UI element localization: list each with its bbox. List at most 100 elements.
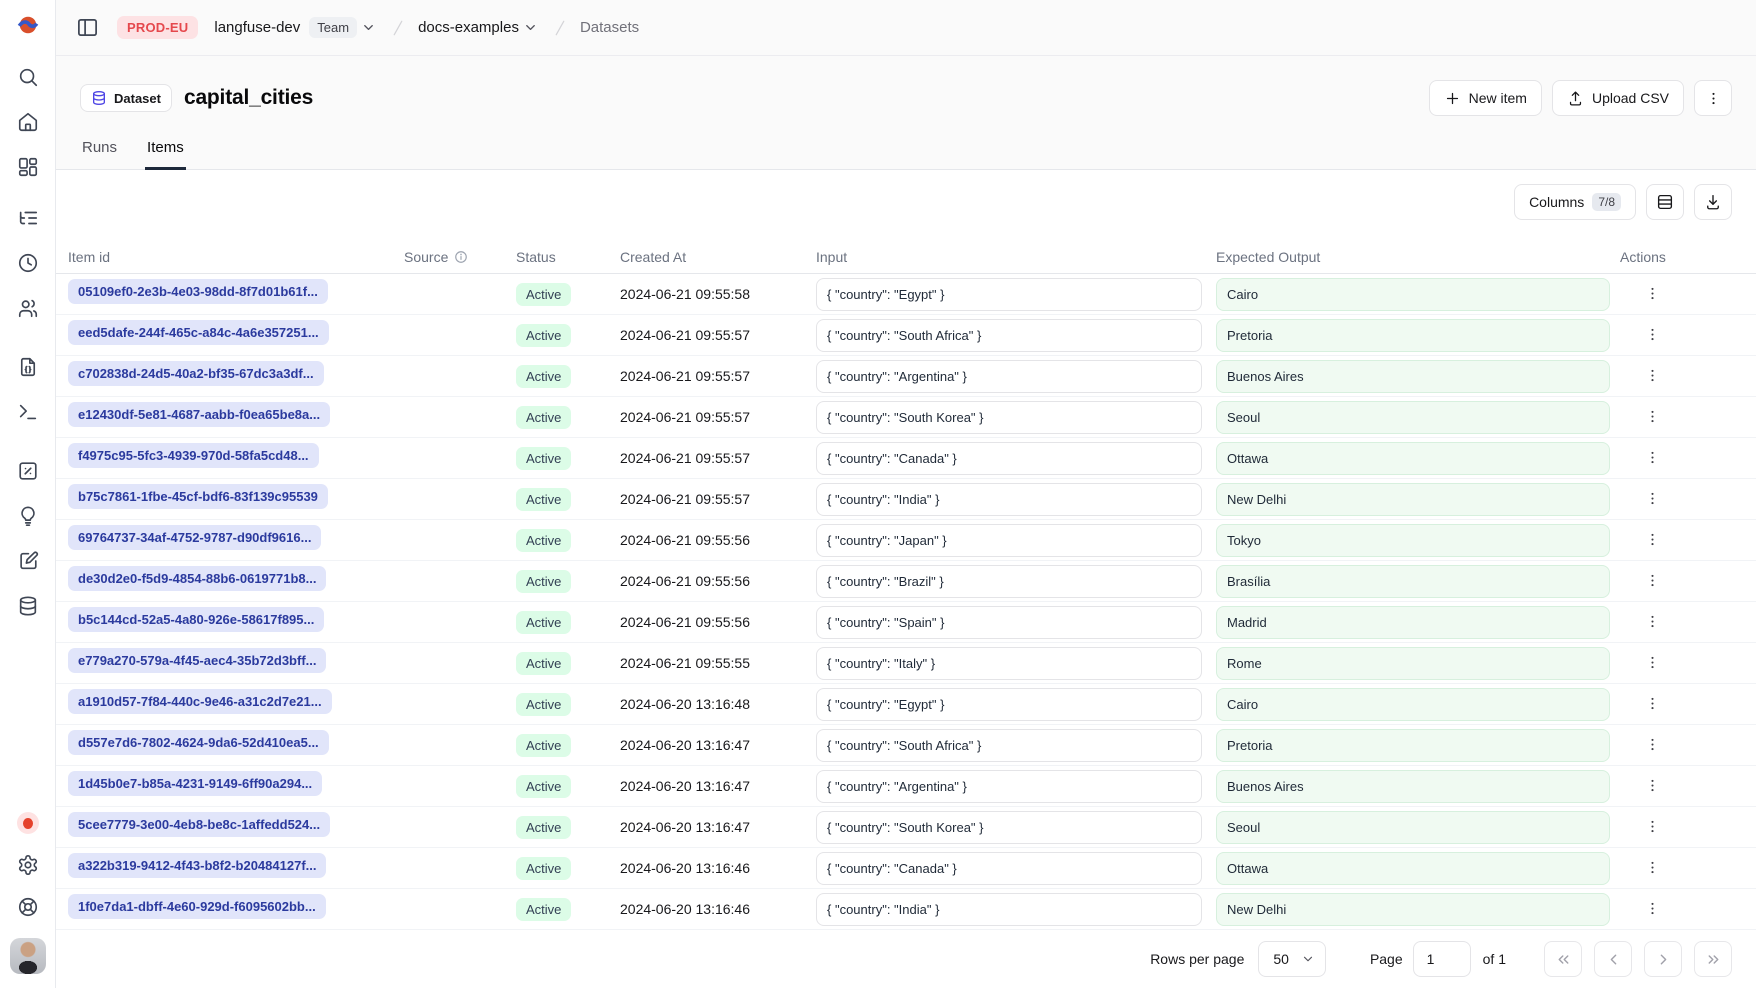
organization-chevron-down-icon[interactable]: [359, 18, 378, 37]
item-id-badge[interactable]: b5c144cd-52a5-4a80-926e-58617f895...: [68, 607, 324, 632]
item-id-badge[interactable]: 05109ef0-2e3b-4e03-98dd-8f7d01b61f...: [68, 279, 328, 304]
expected-output-value-box[interactable]: Rome: [1216, 647, 1610, 680]
row-actions-button[interactable]: [1640, 609, 1665, 634]
row-actions-button[interactable]: [1640, 773, 1665, 798]
header-more-actions-button[interactable]: [1694, 80, 1732, 116]
project-chevron-down-icon[interactable]: [521, 18, 540, 37]
sidebar-toggle-icon[interactable]: [74, 14, 101, 41]
item-id-badge[interactable]: f4975c95-5fc3-4939-970d-58fa5cd48...: [68, 443, 319, 468]
table-row[interactable]: de30d2e0-f5d9-4854-88b6-0619771b8... Act…: [56, 561, 1756, 602]
expected-output-value-box[interactable]: Tokyo: [1216, 524, 1610, 557]
table-row[interactable]: 5cee7779-3e00-4eb8-be8c-1affedd524... Ac…: [56, 807, 1756, 848]
user-avatar[interactable]: [10, 938, 46, 974]
row-actions-button[interactable]: [1640, 691, 1665, 716]
table-row[interactable]: e779a270-579a-4f45-aec4-35b72d3bff... Ac…: [56, 643, 1756, 684]
expected-output-value-box[interactable]: Pretoria: [1216, 729, 1610, 762]
item-id-badge[interactable]: 1f0e7da1-dbff-4e60-929d-f6095602bb...: [68, 894, 326, 919]
expected-output-value-box[interactable]: Buenos Aires: [1216, 770, 1610, 803]
expected-output-value-box[interactable]: Madrid: [1216, 606, 1610, 639]
table-row[interactable]: 05109ef0-2e3b-4e03-98dd-8f7d01b61f... Ac…: [56, 274, 1756, 315]
langfuse-logo-icon[interactable]: [17, 14, 39, 36]
row-actions-button[interactable]: [1640, 363, 1665, 388]
table-row[interactable]: 1d45b0e7-b85a-4231-9149-6ff90a294... Act…: [56, 766, 1756, 807]
settings-gear-icon[interactable]: [17, 854, 39, 876]
input-value-box[interactable]: { "country": "Spain" }: [816, 606, 1202, 639]
last-page-button[interactable]: [1694, 941, 1732, 977]
input-value-box[interactable]: { "country": "South Korea" }: [816, 401, 1202, 434]
item-id-badge[interactable]: a322b319-9412-4f43-b8f2-b20484127f...: [68, 853, 326, 878]
input-value-box[interactable]: { "country": "Japan" }: [816, 524, 1202, 557]
input-value-box[interactable]: { "country": "Argentina" }: [816, 770, 1202, 803]
input-value-box[interactable]: { "country": "India" }: [816, 893, 1202, 926]
expected-output-value-box[interactable]: Ottawa: [1216, 852, 1610, 885]
table-row[interactable]: c702838d-24d5-40a2-bf35-67dc3a3df... Act…: [56, 356, 1756, 397]
next-page-button[interactable]: [1644, 941, 1682, 977]
first-page-button[interactable]: [1544, 941, 1582, 977]
table-row[interactable]: eed5dafe-244f-465c-a84c-4a6e357251... Ac…: [56, 315, 1756, 356]
item-id-badge[interactable]: 1d45b0e7-b85a-4231-9149-6ff90a294...: [68, 771, 322, 796]
expected-output-value-box[interactable]: Seoul: [1216, 401, 1610, 434]
tab-runs[interactable]: Runs: [80, 139, 119, 170]
input-value-box[interactable]: { "country": "Brazil" }: [816, 565, 1202, 598]
table-row[interactable]: e12430df-5e81-4687-aabb-f0ea65be8a... Ac…: [56, 397, 1756, 438]
rows-per-page-select[interactable]: 50: [1258, 941, 1326, 977]
row-actions-button[interactable]: [1640, 896, 1665, 921]
table-row[interactable]: a322b319-9412-4f43-b8f2-b20484127f... Ac…: [56, 848, 1756, 889]
datasets-database-icon[interactable]: [17, 595, 39, 617]
input-value-box[interactable]: { "country": "Egypt" }: [816, 278, 1202, 311]
table-row[interactable]: f4975c95-5fc3-4939-970d-58fa5cd48... Act…: [56, 438, 1756, 479]
input-value-box[interactable]: { "country": "South Africa" }: [816, 729, 1202, 762]
new-item-button[interactable]: New item: [1429, 80, 1542, 116]
item-id-badge[interactable]: eed5dafe-244f-465c-a84c-4a6e357251...: [68, 320, 329, 345]
expected-output-value-box[interactable]: Buenos Aires: [1216, 360, 1610, 393]
expected-output-value-box[interactable]: Brasília: [1216, 565, 1610, 598]
expected-output-value-box[interactable]: New Delhi: [1216, 483, 1610, 516]
previous-page-button[interactable]: [1594, 941, 1632, 977]
table-row[interactable]: b5c144cd-52a5-4a80-926e-58617f895... Act…: [56, 602, 1756, 643]
columns-button[interactable]: Columns 7/8: [1514, 184, 1636, 220]
tab-items[interactable]: Items: [145, 139, 186, 170]
row-height-button[interactable]: [1646, 184, 1684, 220]
project-name[interactable]: docs-examples: [418, 19, 519, 36]
upload-csv-button[interactable]: Upload CSV: [1552, 80, 1684, 116]
row-actions-button[interactable]: [1640, 281, 1665, 306]
home-icon[interactable]: [17, 111, 39, 133]
expected-output-value-box[interactable]: Pretoria: [1216, 319, 1610, 352]
input-value-box[interactable]: { "country": "South Africa" }: [816, 319, 1202, 352]
tracing-icon[interactable]: [17, 207, 39, 229]
table-row[interactable]: 69764737-34af-4752-9787-d90df9616... Act…: [56, 520, 1756, 561]
input-value-box[interactable]: { "country": "India" }: [816, 483, 1202, 516]
insights-lightbulb-icon[interactable]: [17, 505, 39, 527]
expected-output-value-box[interactable]: Ottawa: [1216, 442, 1610, 475]
input-value-box[interactable]: { "country": "Italy" }: [816, 647, 1202, 680]
expected-output-value-box[interactable]: Cairo: [1216, 278, 1610, 311]
item-id-badge[interactable]: e12430df-5e81-4687-aabb-f0ea65be8a...: [68, 402, 330, 427]
item-id-badge[interactable]: a1910d57-7f84-440c-9e46-a31c2d7e21...: [68, 689, 332, 714]
prompts-icon[interactable]: [17, 356, 39, 378]
item-id-badge[interactable]: d557e7d6-7802-4624-9da6-52d410ea5...: [68, 730, 329, 755]
table-row[interactable]: b75c7861-1fbe-45cf-bdf6-83f139c95539 Act…: [56, 479, 1756, 520]
row-actions-button[interactable]: [1640, 732, 1665, 757]
item-id-badge[interactable]: 5cee7779-3e00-4eb8-be8c-1affedd524...: [68, 812, 330, 837]
section-datasets-link[interactable]: Datasets: [580, 19, 639, 36]
input-value-box[interactable]: { "country": "South Korea" }: [816, 811, 1202, 844]
row-actions-button[interactable]: [1640, 445, 1665, 470]
input-value-box[interactable]: { "country": "Canada" }: [816, 442, 1202, 475]
organization-name[interactable]: langfuse-dev: [214, 19, 300, 36]
row-actions-button[interactable]: [1640, 486, 1665, 511]
expected-output-value-box[interactable]: Cairo: [1216, 688, 1610, 721]
recording-indicator[interactable]: [17, 812, 39, 834]
expected-output-value-box[interactable]: New Delhi: [1216, 893, 1610, 926]
item-id-badge[interactable]: 69764737-34af-4752-9787-d90df9616...: [68, 525, 321, 550]
table-row[interactable]: 1f0e7da1-dbff-4e60-929d-f6095602bb... Ac…: [56, 889, 1756, 930]
playground-terminal-icon[interactable]: [17, 401, 39, 423]
dashboard-icon[interactable]: [17, 156, 39, 178]
row-actions-button[interactable]: [1640, 855, 1665, 880]
evaluation-percent-icon[interactable]: [17, 460, 39, 482]
row-actions-button[interactable]: [1640, 568, 1665, 593]
item-id-badge[interactable]: c702838d-24d5-40a2-bf35-67dc3a3df...: [68, 361, 324, 386]
annotation-pen-icon[interactable]: [17, 550, 39, 572]
table-row[interactable]: a1910d57-7f84-440c-9e46-a31c2d7e21... Ac…: [56, 684, 1756, 725]
table-row[interactable]: d557e7d6-7802-4624-9da6-52d410ea5... Act…: [56, 725, 1756, 766]
export-download-button[interactable]: [1694, 184, 1732, 220]
